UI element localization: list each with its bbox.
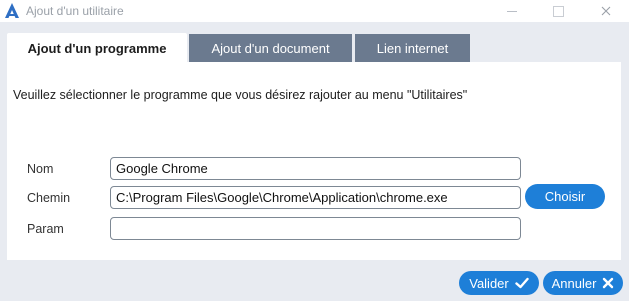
tab-lien-internet[interactable]: Lien internet bbox=[355, 34, 470, 62]
title-bar: Ajout d'un utilitaire bbox=[0, 0, 629, 22]
close-icon bbox=[601, 6, 611, 16]
nom-field[interactable] bbox=[110, 157, 521, 180]
valider-label: Valider bbox=[469, 275, 509, 291]
check-icon bbox=[515, 277, 529, 289]
maximize-icon bbox=[552, 5, 564, 17]
chemin-field[interactable] bbox=[110, 186, 521, 209]
tab-ajout-programme[interactable]: Ajout d'un programme bbox=[7, 33, 187, 63]
valider-button[interactable]: Valider bbox=[459, 271, 539, 295]
choisir-button[interactable]: Choisir bbox=[525, 184, 605, 209]
app-logo-icon bbox=[5, 3, 19, 18]
param-label: Param bbox=[27, 222, 64, 236]
minimize-button[interactable] bbox=[489, 0, 535, 22]
tab-ajout-document[interactable]: Ajout d'un document bbox=[189, 34, 352, 62]
annuler-label: Annuler bbox=[551, 275, 597, 291]
chemin-label: Chemin bbox=[27, 191, 71, 205]
nom-label: Nom bbox=[27, 162, 54, 176]
instruction-text: Veuillez sélectionner le programme que v… bbox=[13, 88, 468, 102]
x-icon bbox=[603, 277, 614, 289]
param-field[interactable] bbox=[110, 217, 521, 240]
close-button[interactable] bbox=[583, 0, 629, 22]
minimize-icon bbox=[507, 10, 517, 12]
window-title: Ajout d'un utilitaire bbox=[26, 4, 124, 18]
annuler-button[interactable]: Annuler bbox=[543, 271, 623, 295]
maximize-button[interactable] bbox=[535, 0, 581, 22]
